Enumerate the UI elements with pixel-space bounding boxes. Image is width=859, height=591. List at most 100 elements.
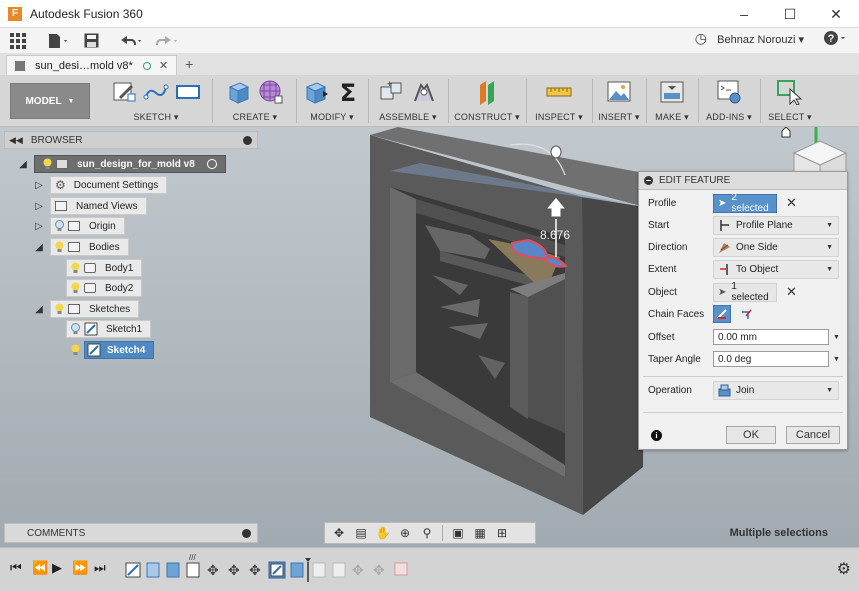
tree-item-named-views[interactable]: ▷ Named Views [34, 197, 147, 215]
new-tab-icon[interactable]: + [185, 56, 193, 72]
form-icon[interactable] [258, 79, 284, 105]
go-to-end-icon[interactable]: ⏭ [94, 560, 106, 576]
taper-angle-input[interactable]: 0.0 deg [713, 351, 829, 367]
collapse-icon[interactable]: ◢ [18, 159, 28, 170]
app-grid-icon[interactable] [10, 31, 26, 51]
workspace-switcher[interactable]: MODEL ▼ [10, 83, 90, 119]
visibility-bulb-icon[interactable] [55, 241, 64, 253]
viewports-icon[interactable]: ⊞ [492, 524, 512, 542]
undo-icon[interactable] [119, 31, 143, 51]
job-status-clock-icon[interactable]: ◷ [695, 30, 707, 47]
timeline-features[interactable]: /// ✥ ✥ ✥ ✥ ✥ [123, 554, 413, 584]
sketch-menu[interactable]: SKETCH ▾ [100, 112, 212, 123]
create-menu[interactable]: CREATE ▾ [214, 112, 296, 123]
help-icon[interactable]: ? [823, 30, 849, 50]
play-icon[interactable]: ▶ [52, 560, 62, 576]
measure-icon[interactable] [546, 79, 572, 105]
tree-item-sketches[interactable]: ◢ Sketches [34, 300, 140, 318]
visibility-bulb-icon[interactable] [55, 303, 64, 315]
comments-panel[interactable]: COMMENTS [4, 523, 258, 543]
press-pull-icon[interactable] [303, 79, 329, 105]
dialog-header[interactable]: EDIT FEATURE [639, 172, 847, 190]
maximize-icon[interactable]: ☐ [767, 0, 813, 28]
modify-menu[interactable]: MODIFY ▾ [296, 112, 368, 123]
chain-faces-on-icon[interactable] [713, 305, 731, 323]
visibility-bulb-icon[interactable] [71, 262, 80, 274]
tree-item-document-settings[interactable]: ▷ ⚙ Document Settings [34, 176, 168, 194]
step-back-icon[interactable]: ⏪ [32, 560, 48, 576]
tree-item-sketch4[interactable]: Sketch4 [66, 341, 163, 359]
line-icon[interactable] [143, 79, 169, 105]
browser-header[interactable]: ◀◀ BROWSER [4, 131, 258, 149]
direction-dropdown[interactable]: One Side ▼ [713, 237, 839, 257]
tree-item-origin[interactable]: ▷ Origin [34, 217, 125, 235]
tree-root[interactable]: ◢ sun_design_for_mold v8 [18, 155, 226, 173]
grid-settings-icon[interactable]: ▦ [470, 524, 490, 542]
look-at-icon[interactable]: ▤ [351, 524, 371, 542]
cancel-button[interactable]: Cancel [786, 426, 840, 444]
fit-icon[interactable]: ⚲ [417, 524, 437, 542]
minimize-icon[interactable]: – [721, 0, 767, 28]
redo-icon[interactable] [155, 31, 179, 51]
sum-icon[interactable]: Σ [335, 79, 361, 105]
info-icon[interactable]: i [651, 430, 662, 441]
collapse-panel-icon[interactable]: ◀◀ [9, 135, 23, 146]
pin-panel-icon[interactable] [243, 136, 252, 145]
visibility-bulb-icon[interactable] [71, 282, 80, 294]
new-component-icon[interactable]: + [379, 79, 405, 105]
save-icon[interactable] [84, 31, 99, 51]
visibility-bulb-icon[interactable] [43, 158, 52, 170]
rectangle-icon[interactable] [175, 79, 201, 105]
offset-stepper-icon[interactable]: ▼ [833, 334, 840, 341]
collapse-icon[interactable]: ◢ [34, 242, 44, 253]
assemble-menu[interactable]: ASSEMBLE ▾ [368, 112, 448, 123]
orbit-icon[interactable]: ✥ [329, 524, 349, 542]
make-menu[interactable]: MAKE ▾ [646, 112, 698, 123]
close-tab-icon[interactable]: ✕ [159, 59, 168, 72]
tree-item-body1[interactable]: Body1 [66, 259, 143, 277]
add-comment-icon[interactable] [242, 529, 251, 538]
display-settings-icon[interactable]: ▣ [448, 524, 468, 542]
expand-icon[interactable]: ▷ [34, 221, 44, 232]
start-dropdown[interactable]: Profile Plane ▼ [713, 215, 839, 235]
expand-icon[interactable]: ▷ [34, 180, 44, 191]
construct-menu[interactable]: CONSTRUCT ▾ [448, 112, 526, 123]
offset-input[interactable]: 0.00 mm [713, 329, 829, 345]
document-tab[interactable]: sun_desi…mold v8* ✕ [6, 55, 178, 75]
expand-icon[interactable]: ▷ [34, 201, 44, 212]
visibility-bulb-icon[interactable] [55, 220, 64, 232]
close-icon[interactable]: ✕ [813, 0, 859, 28]
clear-profile-icon[interactable]: ✕ [786, 195, 797, 211]
3d-print-icon[interactable] [659, 79, 685, 105]
collapse-dialog-icon[interactable] [644, 176, 653, 185]
collapse-icon[interactable]: ◢ [34, 304, 44, 315]
taper-angle-stepper-icon[interactable]: ▼ [833, 356, 840, 363]
profile-selection[interactable]: ➤ 2 selected [713, 192, 777, 214]
zoom-icon[interactable]: ⊕ [395, 524, 415, 542]
extrude-icon[interactable] [226, 79, 252, 105]
user-account-menu[interactable]: Behnaz Norouzi ▾ [717, 33, 804, 46]
file-menu-icon[interactable] [48, 31, 70, 51]
clear-object-icon[interactable]: ✕ [786, 284, 797, 300]
scripts-addins-icon[interactable] [716, 79, 742, 105]
tree-item-bodies[interactable]: ◢ Bodies [34, 238, 129, 256]
visibility-bulb-icon[interactable] [71, 344, 80, 356]
joint-icon[interactable] [411, 79, 437, 105]
timeline-settings-gear-icon[interactable]: ⚙ [837, 559, 851, 579]
activate-radio-icon[interactable] [206, 159, 217, 169]
object-selection[interactable]: ➤ 1 selected [713, 281, 777, 303]
chain-faces-off-icon[interactable] [737, 305, 755, 323]
extent-dropdown[interactable]: To Object ▼ [713, 259, 839, 279]
pan-icon[interactable]: ✋ [373, 524, 393, 542]
select-arrow-icon[interactable] [777, 79, 803, 105]
ok-button[interactable]: OK [726, 426, 776, 444]
operation-dropdown[interactable]: Join ▼ [713, 380, 839, 400]
inspect-menu[interactable]: INSPECT ▾ [526, 112, 592, 123]
step-forward-icon[interactable]: ⏩ [72, 560, 88, 576]
add-ins-menu[interactable]: ADD-INS ▾ [698, 112, 760, 123]
visibility-bulb-icon[interactable] [71, 323, 80, 335]
tree-item-sketch1[interactable]: Sketch1 [66, 320, 152, 338]
insert-menu[interactable]: INSERT ▾ [592, 112, 646, 123]
create-sketch-icon[interactable] [111, 79, 137, 105]
select-menu[interactable]: SELECT ▾ [760, 112, 820, 123]
